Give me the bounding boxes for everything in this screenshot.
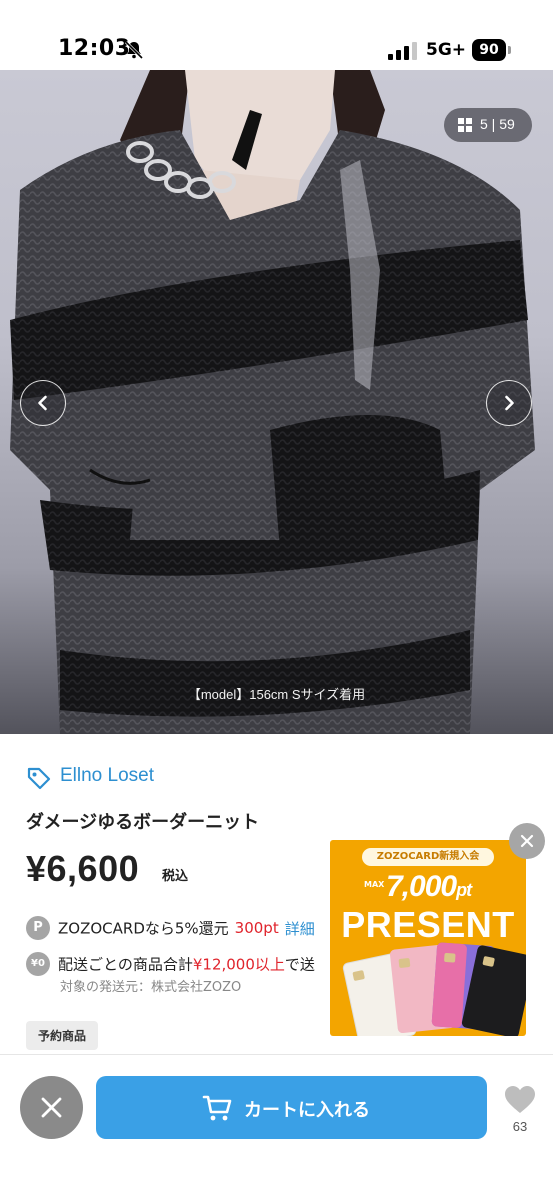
product-photo [10,70,535,734]
bell-slash-icon [124,40,144,60]
cart-icon [202,1095,232,1121]
close-icon [41,1097,62,1118]
network-type: 5G+ [426,40,467,60]
point-text: ZOZOCARDなら5%還元 [58,919,229,938]
shipping-info: ¥0 配送ごとの商品合計¥12,000以上で送 [26,952,315,976]
brand-name: Ellno Loset [60,765,155,786]
battery-cap [508,46,511,54]
shipping-text: 配送ごとの商品合計 [58,955,193,974]
image-counter[interactable]: 5 | 59 [444,108,532,142]
promo-amount-wrap: 7,000pt [386,870,472,904]
shipping-origin: 対象の発送元：株式会社ZOZO [60,980,242,995]
credit-cards-illustration [342,942,526,1036]
add-to-cart-label: カートに入れる [244,1100,370,1121]
promo-amount: 7,000 [386,870,457,903]
previous-image-button[interactable] [20,380,66,426]
battery-level: 90 [472,39,506,61]
product-title: ダメージゆるボーダーニット [26,812,260,833]
grid-icon [458,118,472,132]
free-shipping-badge-icon: ¥0 [26,952,50,976]
point-detail-link[interactable]: 詳細 [285,920,315,938]
promo-unit: pt [456,880,472,900]
promo-label: ZOZOCARD新規入会 [362,848,494,866]
preorder-tag: 予約商品 [26,1021,99,1050]
signal-icon [388,42,417,60]
product-image-gallery[interactable]: 5 | 59 【model】156cm Sサイズ着用 [0,70,553,734]
tag-icon [27,767,51,790]
point-amount: 300pt [234,919,279,937]
promo-close-button[interactable] [509,823,545,859]
bottom-action-bar: カートに入れる 63 [0,1054,553,1200]
promo-max: MAX [364,880,385,889]
battery-icon: 90 [472,39,512,61]
tax-label: 税込 [162,869,189,884]
add-to-cart-button[interactable]: カートに入れる [96,1076,487,1139]
close-icon [520,834,534,848]
zozocard-promo-banner[interactable]: ZOZOCARD新規入会 MAX 7,000pt PRESENT [330,840,526,1036]
image-caption: 【model】156cm Sサイズ着用 [187,687,366,702]
chevron-right-icon [505,395,514,411]
favorite-count: 63 [512,1119,528,1134]
close-button[interactable] [20,1076,83,1139]
point-info: P ZOZOCARDなら5%還元 300pt 詳細 [26,916,315,940]
image-counter-text: 5 | 59 [480,116,515,132]
point-badge-icon: P [26,916,50,940]
status-bar: 12:03 5G+ 90 [0,0,553,70]
chevron-left-icon [38,395,47,411]
next-image-button[interactable] [486,380,532,426]
shipping-text-tail: で送 [284,955,315,974]
heart-icon [505,1086,535,1113]
product-price: ¥6,600 [26,848,140,889]
shipping-threshold: ¥12,000以上 [192,955,285,974]
favorite-button[interactable]: 63 [500,1085,540,1141]
status-time: 12:03 [58,36,131,61]
